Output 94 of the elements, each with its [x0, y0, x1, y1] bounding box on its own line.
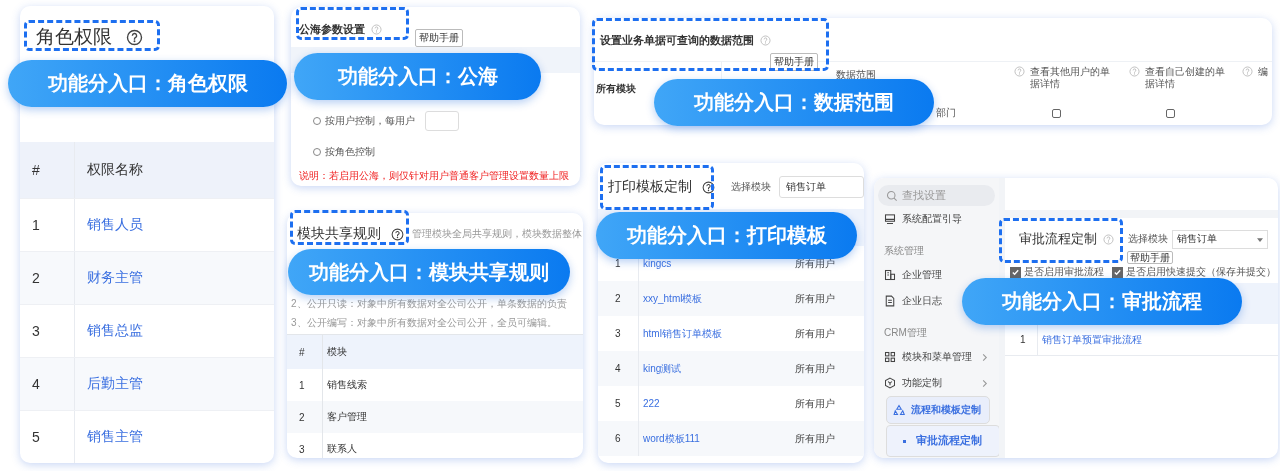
help-manual-button[interactable]: 帮助手册	[770, 53, 818, 71]
sidebar-item[interactable]: 功能定制	[878, 370, 995, 396]
column-header: 查看自己创建的单据详情	[1145, 66, 1226, 90]
sidebar-item[interactable]: 系统配置引导	[878, 206, 968, 232]
row-label: 所有模块	[596, 82, 636, 96]
column-header: #	[20, 142, 75, 198]
role-link[interactable]: 财务主管	[75, 269, 143, 287]
row-number: 6	[598, 421, 639, 456]
row-number: 1	[20, 199, 75, 251]
help-manual-button[interactable]: 帮助手册	[415, 29, 463, 47]
role-link[interactable]: 后勤主管	[75, 375, 143, 393]
option-label: 按用户控制，每用户	[325, 114, 415, 128]
callout-label: 功能分入口：角色权限	[8, 60, 287, 107]
note-text: 说明：若启用公海，则仅针对用户普通客户管理设置数量上限	[298, 169, 570, 183]
row-number: 2	[20, 252, 75, 304]
row-number: 2	[598, 281, 639, 316]
document-icon	[884, 295, 896, 307]
row-number: 2	[287, 401, 323, 433]
row-number: 5	[20, 411, 75, 463]
callout-label: 功能分入口：公海	[294, 53, 541, 100]
panel-title: 设置业务单据可查询的数据范围	[600, 33, 754, 48]
table-cell: 所有用户	[795, 431, 835, 446]
table-cell: 所有用户	[795, 361, 835, 376]
panel-title: 模块共享规则	[297, 225, 381, 243]
chevron-icon	[980, 378, 989, 388]
building-icon	[884, 269, 896, 281]
table-cell-text: 联系人	[326, 442, 357, 456]
monitor-icon	[884, 213, 896, 225]
panel-title: 公海参数设置	[299, 22, 365, 37]
row-number: 4	[598, 351, 639, 386]
panel-title: 审批流程定制	[1019, 231, 1097, 248]
table-cell: 所有用户	[795, 291, 835, 306]
rule-text: 3、公开编写：对象中所有数据对全公司公开，全员可编辑。	[291, 316, 558, 330]
row-number: 3	[287, 433, 323, 458]
option-label: 是否启用快速提交（保存并提交）	[1126, 265, 1276, 279]
sidebar-item[interactable]: 企业日志	[878, 288, 948, 314]
callout-label: 功能分入口：模块共享规则	[288, 249, 570, 295]
field-label: 选择模块	[1128, 233, 1168, 246]
sidebar-item[interactable]: 模块和菜单管理	[878, 344, 995, 370]
template-link[interactable]: 222	[639, 398, 795, 409]
input-field[interactable]	[425, 111, 459, 131]
role-link[interactable]: 销售人员	[75, 216, 143, 234]
template-link[interactable]: king测试	[639, 361, 795, 376]
caret-icon	[1257, 237, 1263, 242]
sidebar-item[interactable]: 流程和模板定制	[886, 396, 990, 424]
role-link[interactable]: 销售总监	[75, 322, 143, 340]
rule-text: 2、公开只读：对象中所有数据对全公司公开，单条数据的负责	[291, 297, 568, 311]
checkbox[interactable]	[1112, 266, 1123, 278]
template-link[interactable]: xxy_html模板	[639, 291, 795, 306]
table-cell: 部门	[936, 106, 956, 120]
column-header: 查看其他用户的单据详情	[1030, 66, 1111, 90]
section-label: 系统管理	[883, 244, 925, 258]
field-label: 选择模块	[731, 180, 771, 194]
checkbox[interactable]	[1052, 108, 1061, 118]
description-text: 管理模块全局共享规则，模块数据整体	[412, 227, 582, 241]
checkbox[interactable]	[1166, 108, 1175, 118]
sidebar-item[interactable]: 企业管理	[878, 262, 948, 288]
sidebar-subitem[interactable]: 审批流程定制	[886, 425, 1000, 457]
role-link[interactable]: 销售主管	[75, 428, 143, 446]
row-number: 4	[20, 358, 75, 410]
help-manual-button[interactable]: 帮助手册	[1127, 251, 1173, 264]
search-icon	[886, 189, 898, 202]
table-cell: 所有用户	[795, 396, 835, 411]
row-number: 3	[20, 305, 75, 357]
column-header: #	[287, 335, 323, 369]
module-select[interactable]: 销售订单	[779, 176, 864, 198]
hexagon-icon	[884, 377, 896, 389]
help-icon[interactable]	[126, 28, 143, 46]
table-cell-text: 客户管理	[326, 410, 367, 424]
table-cell: 所有用户	[795, 256, 835, 271]
grid-icon	[884, 351, 896, 363]
search-field[interactable]: 查找设置	[878, 185, 995, 206]
template-link[interactable]: kingcs	[639, 258, 795, 269]
module-select[interactable]: 销售订单	[1172, 230, 1268, 249]
section-label: CRM管理	[883, 326, 928, 340]
template-link[interactable]: html销售订单模板	[639, 326, 795, 341]
callout-label: 功能分入口：打印模板	[596, 212, 857, 259]
callout-label: 功能分入口：数据范围	[654, 79, 934, 126]
help-icon[interactable]	[391, 227, 404, 241]
callout-label: 功能分入口：审批流程	[962, 278, 1242, 325]
option-label: 按角色控制	[325, 145, 375, 159]
flow-link[interactable]: 销售订单预置审批流程	[1042, 332, 1142, 347]
help-icon[interactable]	[702, 180, 715, 194]
panel-title: 打印模板定制	[608, 178, 692, 196]
template-link[interactable]: word模板111	[639, 431, 795, 446]
checkbox[interactable]	[1010, 266, 1021, 278]
chevron-icon	[980, 352, 989, 362]
table-cell: 所有用户	[795, 326, 835, 341]
column-header: 权限名称	[86, 161, 143, 179]
panel-title: 角色权限	[36, 25, 112, 49]
table-cell-text: 销售线索	[326, 378, 367, 392]
column-header: 编	[1258, 66, 1268, 78]
option-label: 是否启用审批流程	[1024, 265, 1104, 279]
column-header: 模块	[326, 345, 347, 359]
